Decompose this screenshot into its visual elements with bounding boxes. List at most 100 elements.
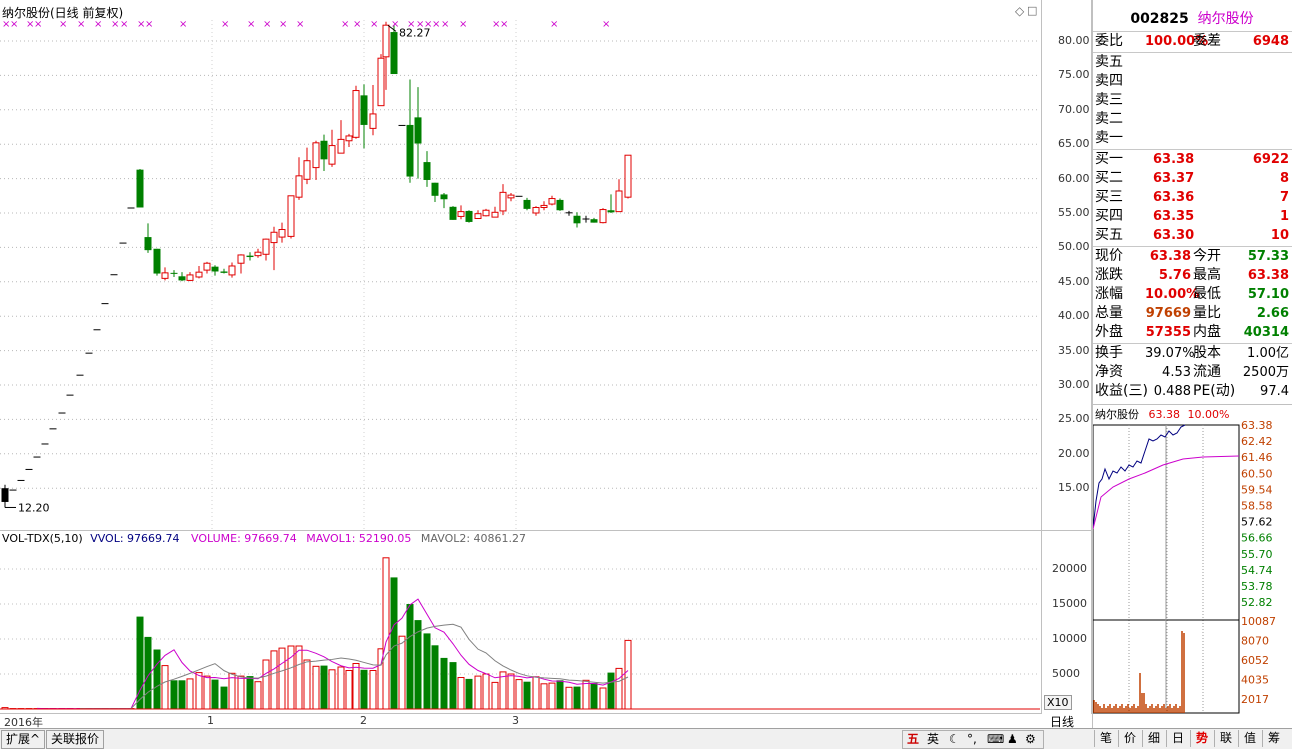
candle — [549, 196, 555, 206]
volume-tick: 10000 — [1052, 632, 1087, 645]
mini-chart-panel[interactable]: 纳尔股份 63.38 10.00% 63.3862.4261.4660.5059… — [1092, 404, 1292, 729]
stat-row: 外盘57355内盘40314 — [1093, 323, 1291, 342]
right-tab[interactable]: 势 — [1190, 730, 1213, 747]
candle — [238, 254, 244, 273]
weicha-value: 6948 — [1253, 32, 1289, 51]
mini-price-tick: 56.66 — [1241, 532, 1273, 545]
stat-value: 10.00% — [1145, 285, 1191, 304]
ime-en-icon[interactable]: 英 — [927, 731, 939, 748]
volume-bar — [533, 677, 539, 709]
sell-label: 卖二 — [1095, 110, 1123, 129]
ime-cn-icon[interactable]: 五 — [907, 731, 919, 748]
limit-marker: × — [370, 19, 378, 30]
stat-label: 量比 — [1193, 304, 1221, 323]
volume-bar — [508, 674, 514, 709]
mini-price-tick: 62.42 — [1241, 435, 1273, 448]
finance-label: PE(动) — [1193, 382, 1235, 401]
finance-row: 净资4.53流通2500万 — [1093, 363, 1291, 382]
volume-bar — [450, 662, 457, 709]
mini-price-tick: 63.38 — [1241, 421, 1273, 432]
right-tab[interactable]: 价 — [1118, 730, 1141, 747]
right-tab[interactable]: 细 — [1142, 730, 1165, 747]
candle — [67, 395, 74, 396]
mini-price-tick: 60.50 — [1241, 467, 1273, 480]
limit-marker: × — [279, 19, 287, 30]
candle — [500, 184, 506, 215]
main-chart-panel[interactable]: 纳尔股份(日线 前复权) ◇ □ 82.2712.20×××××××××××××… — [0, 0, 1042, 530]
right-tab[interactable]: 联 — [1214, 730, 1237, 747]
candle — [111, 274, 118, 275]
buy-volume: 7 — [1280, 188, 1289, 207]
candle — [415, 87, 422, 179]
candle — [162, 267, 168, 280]
volume-bar — [424, 633, 431, 709]
candle — [616, 179, 622, 211]
price-tick: 15.00 — [1058, 481, 1090, 494]
limit-marker: × — [550, 19, 558, 30]
buy-volume: 1 — [1280, 207, 1289, 226]
volume-bar — [407, 604, 414, 709]
limit-marker: × — [432, 19, 440, 30]
moon-icon[interactable]: ☾ — [949, 731, 960, 748]
ime-toolbar: 五 英 ☾ °, ⌨ ♟ ⚙ — [902, 730, 1044, 749]
finance-value: 1.00亿 — [1247, 344, 1289, 363]
price-tick: 75.00 — [1058, 68, 1090, 81]
related-quotes-tab[interactable]: 关联报价 — [46, 730, 104, 749]
wrench-icon[interactable]: ⚙ — [1025, 731, 1036, 748]
right-tab[interactable]: 值 — [1238, 730, 1261, 747]
volume-panel[interactable]: VOL-TDX(5,10) VVOL: 97669.74 VOLUME: 976… — [0, 530, 1042, 714]
punct-icon[interactable]: °, — [967, 731, 977, 748]
right-tab[interactable]: 日 — [1166, 730, 1189, 747]
buy-volume: 8 — [1280, 169, 1289, 188]
limit-marker: × — [500, 19, 508, 30]
candle — [600, 208, 606, 223]
price-tick: 80.00 — [1058, 34, 1090, 47]
buy-label: 买一 — [1095, 150, 1123, 169]
price-tick: 25.00 — [1058, 412, 1090, 425]
volume-bar — [475, 676, 481, 709]
keyboard-icon[interactable]: ⌨ — [987, 731, 1004, 748]
price-tick: 30.00 — [1058, 378, 1090, 391]
volume-axis: X10 2000015000100005000 — [1042, 530, 1092, 714]
volume-bar — [383, 558, 389, 709]
stat-label: 今开 — [1193, 247, 1221, 266]
finance-value: 2500万 — [1243, 363, 1289, 382]
mini-volume-tick: 6052 — [1241, 654, 1269, 667]
sell-label: 卖五 — [1095, 53, 1123, 72]
candle — [458, 205, 464, 219]
volume-bar — [353, 664, 359, 710]
right-tab[interactable]: 筹 — [1262, 730, 1285, 747]
candle — [304, 148, 310, 184]
candle — [179, 272, 186, 281]
stat-label: 最低 — [1193, 285, 1221, 304]
candle — [483, 209, 489, 217]
candle — [475, 210, 481, 218]
limit-marker: × — [391, 19, 399, 30]
right-tab[interactable]: 笔 — [1094, 730, 1117, 747]
volume-bar — [187, 679, 193, 709]
candle — [271, 227, 277, 270]
stat-value: 2.66 — [1257, 304, 1289, 323]
limit-marker: × — [602, 19, 610, 30]
mini-price-tick: 54.74 — [1241, 564, 1273, 577]
buy-price: 63.38 — [1153, 150, 1194, 169]
volume-bar — [229, 673, 235, 709]
candle — [120, 243, 127, 244]
candle — [566, 211, 573, 216]
candle — [574, 212, 581, 227]
user-icon[interactable]: ♟ — [1007, 731, 1018, 748]
buy-price: 63.36 — [1153, 188, 1194, 207]
buy-row: 买四63.351 — [1093, 207, 1291, 226]
limit-marker: × — [120, 19, 128, 30]
limit-marker: × — [263, 19, 271, 30]
stat-label: 总量 — [1095, 304, 1123, 323]
stat-label: 内盘 — [1193, 323, 1221, 342]
candle — [516, 196, 523, 197]
candle — [171, 270, 178, 277]
expand-tab[interactable]: 扩展^ — [1, 730, 45, 749]
candle — [378, 54, 384, 106]
weibi-label: 委比 — [1095, 32, 1123, 51]
mini-volume-tick: 8070 — [1241, 635, 1269, 648]
time-axis: 2016年 1 2 3 — [0, 713, 1041, 729]
volume-bar — [432, 645, 439, 709]
